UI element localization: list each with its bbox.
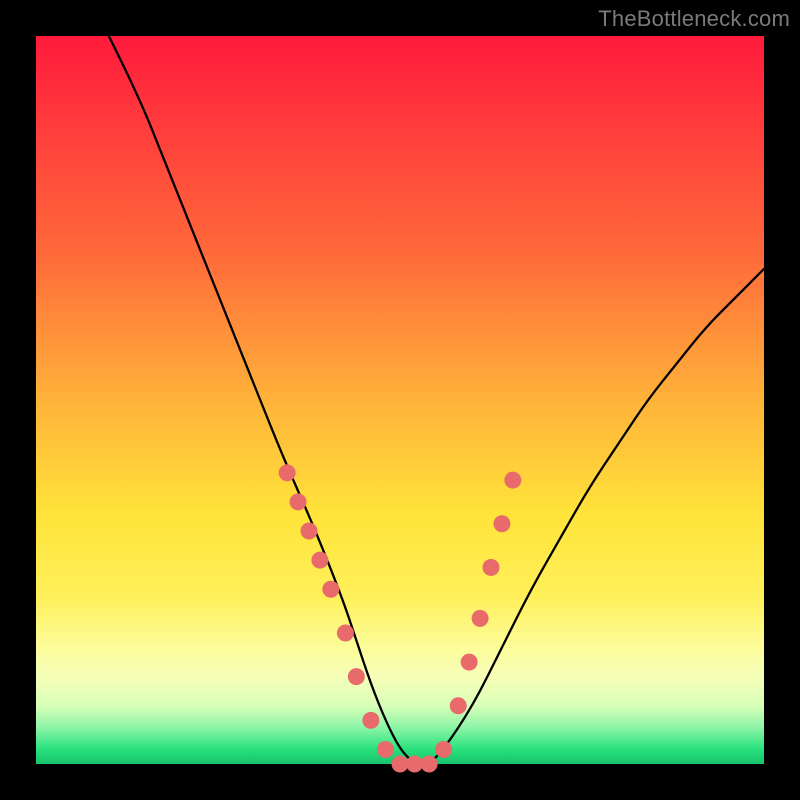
marker-dot	[322, 581, 339, 598]
marker-dot	[504, 472, 521, 489]
chart-frame: TheBottleneck.com	[0, 0, 800, 800]
marker-dot	[450, 697, 467, 714]
marker-dot	[279, 464, 296, 481]
highlight-points	[279, 464, 522, 772]
marker-dot	[435, 741, 452, 758]
marker-dot	[483, 559, 500, 576]
marker-dot	[290, 493, 307, 510]
marker-dot	[377, 741, 394, 758]
marker-dot	[472, 610, 489, 627]
marker-dot	[421, 756, 438, 773]
curve-svg	[36, 36, 764, 764]
marker-dot	[406, 756, 423, 773]
marker-dot	[493, 515, 510, 532]
marker-dot	[362, 712, 379, 729]
marker-dot	[311, 552, 328, 569]
bottleneck-curve	[109, 36, 764, 764]
marker-dot	[392, 756, 409, 773]
marker-dot	[461, 654, 478, 671]
watermark-text: TheBottleneck.com	[598, 6, 790, 32]
marker-dot	[348, 668, 365, 685]
marker-dot	[301, 523, 318, 540]
marker-dot	[337, 624, 354, 641]
plot-area	[36, 36, 764, 764]
